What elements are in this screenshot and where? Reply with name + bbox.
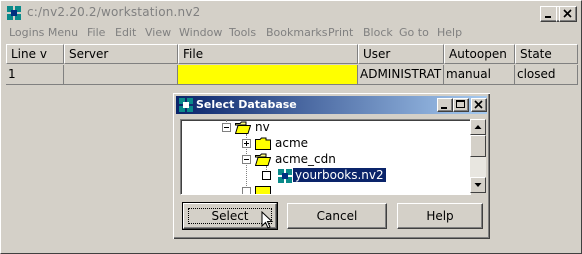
tree-item-label: nv: [255, 120, 270, 134]
title-bar[interactable]: c:/nv2.20.2/workstation.nv2: [3, 3, 579, 23]
menu-logins[interactable]: Logins Menu: [9, 26, 78, 39]
scroll-up-button[interactable]: [470, 119, 486, 135]
main-window: c:/nv2.20.2/workstation.nv2 Logins Menu …: [0, 0, 582, 254]
menu-print[interactable]: Print: [328, 26, 353, 39]
open-folder-icon: [235, 121, 251, 134]
cell-autoopen[interactable]: manual: [444, 65, 515, 85]
minimize-icon: [441, 107, 447, 109]
open-folder-icon: [255, 153, 271, 166]
dialog-close-button[interactable]: [471, 98, 487, 112]
cell-line[interactable]: 1: [6, 65, 64, 85]
database-icon: [278, 169, 292, 183]
menu-view[interactable]: View: [145, 26, 171, 39]
cell-user[interactable]: ADMINISTRAT: [358, 65, 444, 85]
expand-icon[interactable]: [242, 139, 251, 148]
collapse-icon[interactable]: [242, 155, 251, 164]
focus-rect: [188, 208, 272, 224]
close-icon: [474, 100, 483, 109]
help-button-label: Help: [426, 209, 454, 223]
collapse-icon[interactable]: [222, 123, 231, 132]
column-header-line[interactable]: Line v: [6, 44, 64, 64]
tree-item-label: acme: [275, 136, 309, 150]
close-icon: [563, 9, 572, 18]
dialog-title-bar[interactable]: Select Database: [176, 96, 487, 114]
column-header-file[interactable]: File: [178, 44, 358, 64]
menu-help[interactable]: Help: [437, 26, 462, 39]
menu-window[interactable]: Window: [179, 26, 222, 39]
menu-tools[interactable]: Tools: [229, 26, 256, 39]
cancel-button[interactable]: Cancel: [287, 203, 387, 229]
cell-server[interactable]: [64, 65, 178, 85]
help-button[interactable]: Help: [397, 203, 483, 229]
menu-edit[interactable]: Edit: [115, 26, 136, 39]
column-header-server[interactable]: Server: [64, 44, 178, 64]
expand-icon: [242, 187, 251, 194]
tree-item-label: acme_cdn: [275, 152, 336, 166]
dialog-maximize-button[interactable]: [453, 98, 469, 112]
column-header-user[interactable]: User: [358, 44, 444, 64]
cancel-button-label: Cancel: [316, 209, 358, 223]
dialog-app-icon: [179, 98, 193, 112]
column-header-state[interactable]: State: [515, 44, 578, 64]
menu-block[interactable]: Block: [363, 26, 393, 39]
folder-icon: [255, 186, 271, 194]
tree-item-label: yourbooks.nv2: [293, 168, 386, 182]
minimize-icon: [545, 16, 551, 18]
menu-goto[interactable]: Go to: [399, 26, 429, 39]
database-tree[interactable]: nv acme acme_cdn yourbooks.nv2: [180, 119, 471, 195]
mouse-cursor-icon: [261, 211, 274, 229]
scroll-down-button[interactable]: [470, 177, 486, 193]
arrow-up-icon: [474, 125, 482, 129]
dialog-title: Select Database: [196, 98, 297, 111]
tree-node-box: [262, 171, 271, 180]
close-button[interactable]: [559, 6, 577, 22]
menu-bar: Logins Menu File Edit View Window Tools …: [3, 24, 579, 43]
select-database-dialog: Select Database nv acme acme_cdn yourboo…: [172, 92, 491, 240]
scroll-thumb[interactable]: [470, 135, 486, 157]
maximize-icon: [456, 100, 465, 108]
folder-icon: [255, 137, 271, 150]
menu-bookmarks[interactable]: Bookmarks: [266, 26, 327, 39]
tree-scrollbar[interactable]: [470, 119, 486, 193]
cell-file[interactable]: [178, 65, 358, 85]
arrow-down-icon: [474, 183, 482, 187]
window-title: c:/nv2.20.2/workstation.nv2: [27, 5, 201, 19]
column-header-autoopen[interactable]: Autoopen: [444, 44, 515, 64]
menu-file[interactable]: File: [87, 26, 105, 39]
app-icon: [7, 6, 21, 20]
cell-state[interactable]: closed: [515, 65, 578, 85]
dialog-minimize-button[interactable]: [437, 98, 453, 112]
